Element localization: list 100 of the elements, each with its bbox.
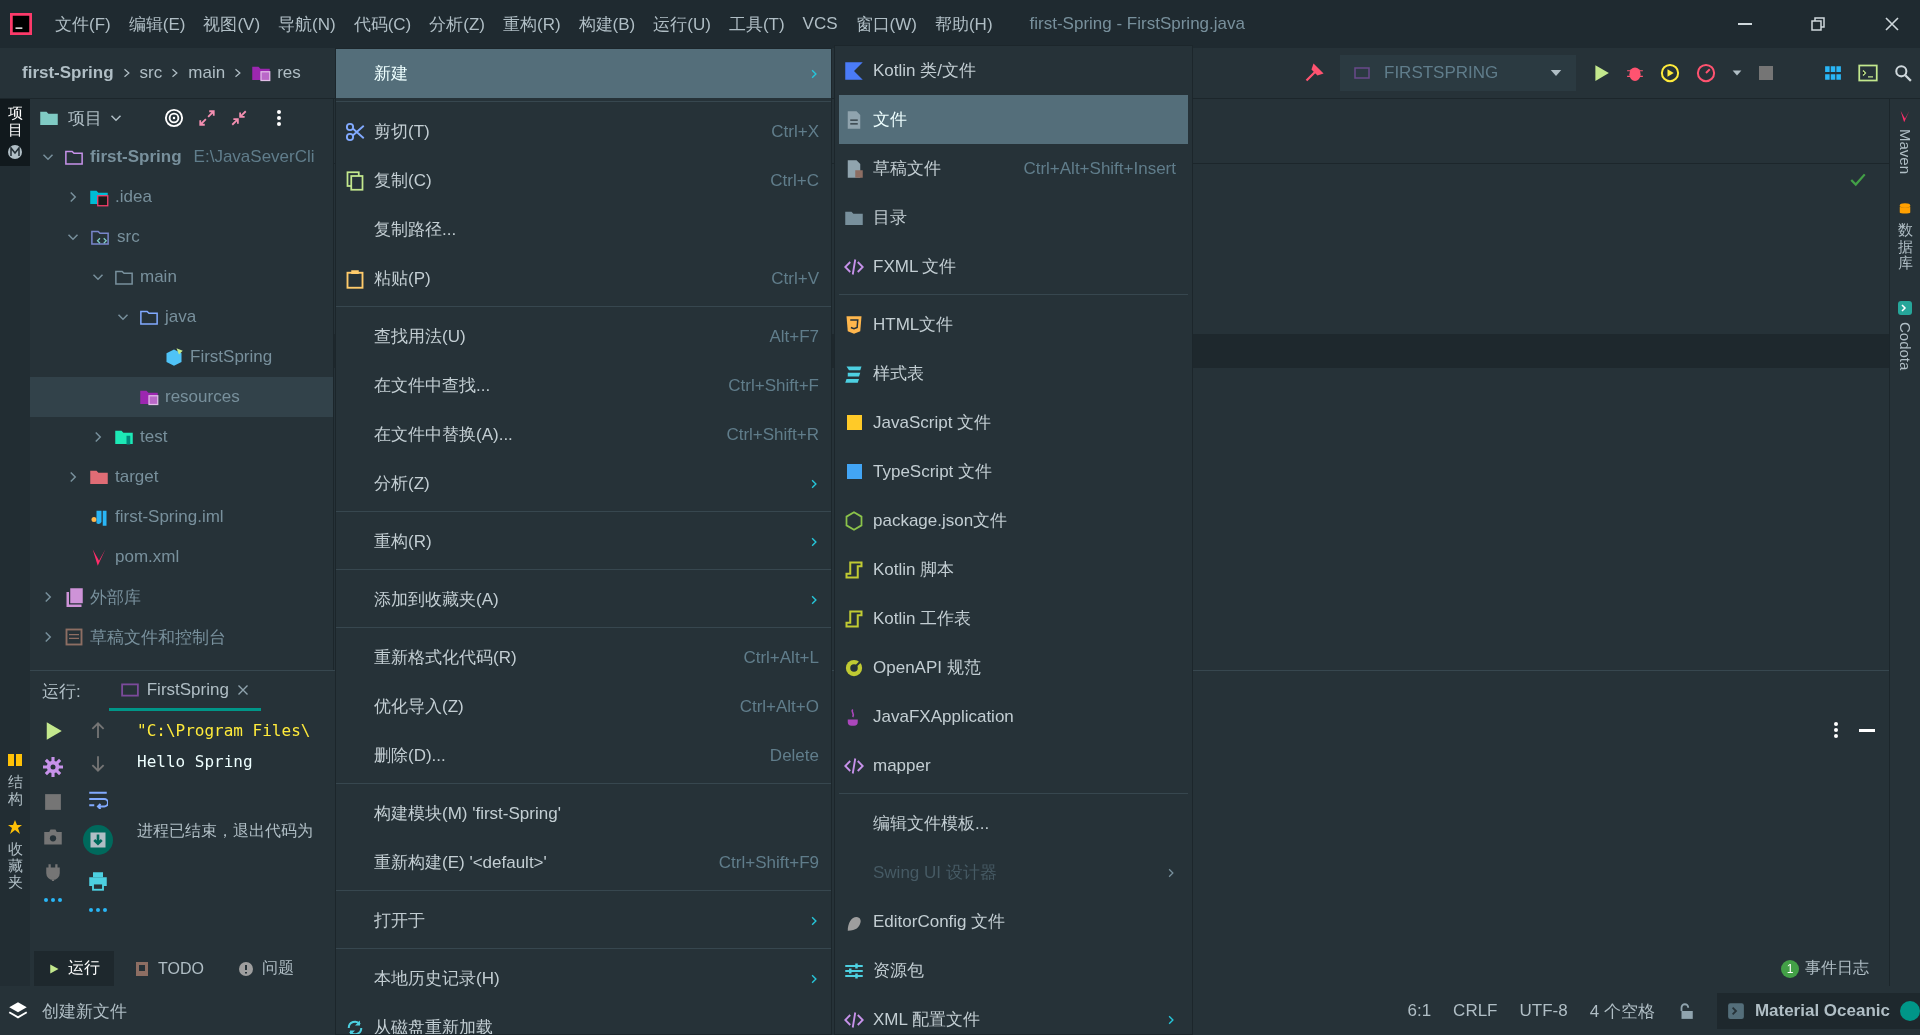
tree-item[interactable]: FirstSpring (30, 337, 333, 377)
menu-item[interactable]: 添加到收藏夹(A) (336, 575, 831, 624)
soft-wrap-button[interactable] (87, 789, 108, 810)
scroll-to-end-button[interactable] (82, 825, 113, 856)
menu-item[interactable]: JavaFXApplication (839, 692, 1188, 741)
search-button[interactable] (1894, 64, 1912, 82)
project-view-dropdown[interactable]: 项目 (38, 106, 122, 130)
breadcrumb[interactable]: first-Spring (22, 63, 114, 83)
menu-bar-item[interactable]: 运行(U) (644, 12, 720, 36)
menu-item[interactable]: FXML 文件 (839, 242, 1188, 291)
screenshot-button[interactable] (42, 827, 63, 848)
status-item[interactable]: 6:1 (1407, 1001, 1432, 1021)
menu-item[interactable]: 文件 (839, 95, 1188, 144)
status-item[interactable]: CRLF (1453, 1001, 1498, 1021)
menu-item[interactable]: 在文件中替换(A)... Ctrl+Shift+R (336, 410, 831, 459)
menu-item[interactable]: 资源包 (839, 946, 1188, 995)
build-button[interactable] (1304, 63, 1324, 83)
menu-item[interactable]: 打开于 (336, 896, 831, 945)
restore-button[interactable] (1810, 16, 1826, 32)
menu-item[interactable]: package.json文件 (839, 496, 1188, 545)
tree-item[interactable]: first-Spring E:\JavaSeverCli (30, 137, 333, 177)
menu-item[interactable]: 重新构建(E) '<default>' Ctrl+Shift+F9 (336, 838, 831, 887)
menu-item[interactable]: OpenAPI 规范 (839, 643, 1188, 692)
tree-item[interactable]: pom.xml (30, 537, 333, 577)
menu-item[interactable]: 重构(R) (336, 517, 831, 566)
menu-item[interactable]: Kotlin 工作表 (839, 594, 1188, 643)
tool-window-tab[interactable]: Maven (1890, 109, 1920, 175)
menu-item[interactable]: 剪切(T) Ctrl+X (336, 107, 831, 156)
event-log-button[interactable]: 1 事件日志 (1781, 958, 1869, 979)
menu-item[interactable]: 分析(Z) (336, 459, 831, 508)
run-tab[interactable]: FirstSpring (108, 671, 261, 712)
menu-item[interactable]: XML 配置文件 (839, 995, 1188, 1034)
menu-item[interactable]: Kotlin 脚本 (839, 545, 1188, 594)
menu-bar-item[interactable]: 视图(V) (194, 12, 270, 36)
debug-button[interactable] (1626, 64, 1644, 82)
tree-item[interactable]: test (30, 417, 333, 457)
menu-bar-item[interactable]: VCS (793, 14, 847, 34)
breadcrumb[interactable]: main (188, 63, 226, 83)
menu-item[interactable]: 草稿文件 Ctrl+Alt+Shift+Insert (839, 144, 1188, 193)
tree-item[interactable]: 外部库 (30, 577, 333, 617)
tool-window-tab[interactable]: 问题 (223, 951, 308, 986)
run-button[interactable] (1592, 64, 1610, 82)
tool-window-tab[interactable]: 收藏夹 (0, 813, 30, 897)
stop-button[interactable] (43, 793, 62, 812)
menu-bar-item[interactable]: 工具(T) (719, 12, 794, 36)
more-button[interactable] (87, 907, 108, 914)
menu-item[interactable]: 样式表 (839, 349, 1188, 398)
menu-item[interactable]: Kotlin 类/文件 (839, 46, 1188, 95)
breadcrumb[interactable]: src (139, 63, 163, 83)
tool-window-tab[interactable]: TODO (120, 951, 218, 986)
tool-window-tab[interactable]: 结构 (0, 746, 30, 813)
menu-item[interactable]: 删除(D)... Delete (336, 731, 831, 780)
menu-item[interactable]: mapper (839, 741, 1188, 790)
close-button[interactable] (1884, 16, 1900, 32)
tool-window-tab[interactable]: 运行 (34, 951, 114, 986)
print-button[interactable] (87, 871, 108, 892)
terminal-button[interactable] (1858, 63, 1878, 83)
menu-bar-item[interactable]: 文件(F) (46, 12, 120, 36)
menu-bar-item[interactable]: 导航(N) (269, 12, 345, 36)
breadcrumb[interactable]: res (251, 63, 301, 83)
menu-item[interactable]: 在文件中查找... Ctrl+Shift+F (336, 361, 831, 410)
menu-bar-item[interactable]: 代码(C) (344, 12, 421, 36)
menu-item[interactable]: JavaScript 文件 (839, 398, 1188, 447)
menu-item[interactable]: HTML文件 (839, 300, 1188, 349)
menu-item[interactable]: TypeScript 文件 (839, 447, 1188, 496)
tree-item[interactable]: src (30, 217, 333, 257)
settings-button[interactable] (42, 757, 63, 778)
menu-bar-item[interactable]: 构建(B) (569, 12, 645, 36)
menu-item[interactable]: 本地历史记录(H) (336, 954, 831, 1003)
tree-item[interactable]: first-Spring.iml (30, 497, 333, 537)
stop-button[interactable] (1758, 65, 1774, 81)
tool-window-tab[interactable]: 项目 (0, 99, 30, 166)
status-item[interactable]: UTF-8 (1519, 1001, 1568, 1021)
layout-button[interactable] (1824, 64, 1842, 82)
menu-item[interactable]: 目录 (839, 193, 1188, 242)
profiler-button[interactable] (1696, 63, 1716, 83)
tree-item[interactable]: .idea (30, 177, 333, 217)
more-button[interactable] (42, 897, 63, 904)
menu-item[interactable]: 重新格式化代码(R) Ctrl+Alt+L (336, 633, 831, 682)
tree-item[interactable]: target (30, 457, 333, 497)
menu-bar-item[interactable]: 重构(R) (494, 12, 570, 36)
menu-bar-item[interactable]: 分析(Z) (420, 12, 494, 36)
menu-item[interactable]: 粘贴(P) Ctrl+V (336, 254, 831, 303)
options-button[interactable] (1833, 721, 1839, 740)
tool-window-tab[interactable]: Codota (1890, 299, 1920, 370)
tree-item[interactable]: 草稿文件和控制台 (30, 617, 333, 657)
locate-button[interactable] (164, 108, 184, 128)
attach-button[interactable] (43, 863, 62, 882)
options-button[interactable] (276, 109, 282, 127)
coverage-button[interactable] (1660, 63, 1680, 83)
menu-item[interactable]: 编辑文件模板... (839, 799, 1188, 848)
menu-item[interactable]: 复制(C) Ctrl+C (336, 156, 831, 205)
theme-widget[interactable]: Material Oceanic (1716, 993, 1920, 1029)
menu-bar-item[interactable]: 编辑(E) (119, 12, 195, 36)
expand-all-button[interactable] (198, 109, 216, 127)
menu-item[interactable]: 优化导入(Z) Ctrl+Alt+O (336, 682, 831, 731)
more-run-button[interactable] (1732, 68, 1742, 78)
tree-item[interactable]: java (30, 297, 333, 337)
menu-item[interactable]: 复制路径... (336, 205, 831, 254)
menu-bar-item[interactable]: 窗口(W) (846, 12, 926, 36)
